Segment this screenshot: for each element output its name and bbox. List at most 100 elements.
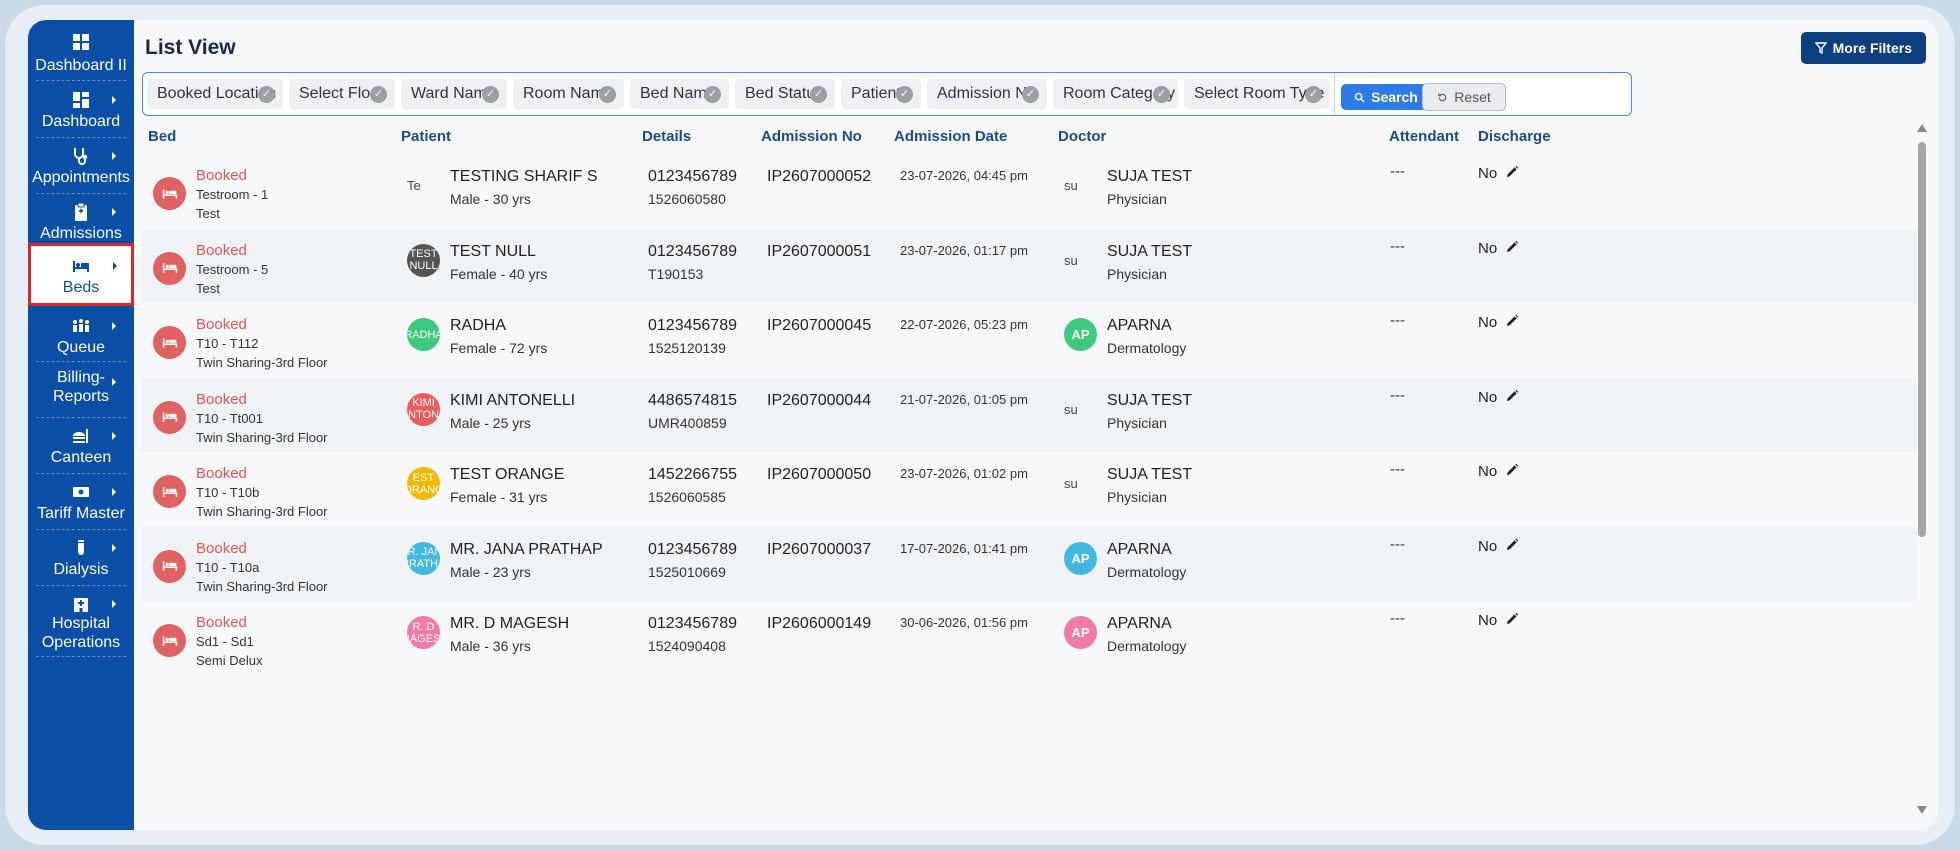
admission-date: 17-07-2026, 01:41 pm: [900, 540, 1028, 556]
scroll-down-icon[interactable]: [1917, 806, 1927, 814]
app-window: Dashboard II Dashboard Appointments Admi…: [28, 20, 1938, 830]
sidebar-label: Dashboard: [41, 113, 121, 130]
filter-chip-label: Admission No: [937, 85, 1036, 102]
patient-name[interactable]: KIMI ANTONELLI: [450, 392, 575, 410]
edit-pencil-icon[interactable]: [1505, 538, 1519, 552]
column-header-patient[interactable]: Patient: [401, 128, 451, 145]
clear-icon[interactable]: ✓: [482, 86, 499, 103]
bed-room-type: Semi Delux: [196, 653, 263, 668]
clear-icon[interactable]: ✓: [1305, 86, 1322, 103]
filter-chip-floor[interactable]: Select Floor ✓: [289, 79, 395, 109]
chevron-right-icon: [112, 152, 116, 160]
table-row[interactable]: Booked Sd1 - Sd1 Semi Delux R. D IAGES MR. D…: [142, 601, 1917, 676]
filter-chip-bed-name[interactable]: Bed Name ✓: [630, 79, 729, 109]
column-header-attendant[interactable]: Attendant: [1389, 128, 1459, 145]
doctor-name: APARNA: [1107, 317, 1172, 334]
sidebar-item-hospital-operations[interactable]: Hospital Operations: [28, 586, 134, 658]
sidebar-item-tariff-master[interactable]: Tariff Master: [28, 474, 134, 530]
edit-pencil-icon[interactable]: [1505, 389, 1519, 403]
edit-pencil-icon[interactable]: [1505, 314, 1519, 328]
vertical-scrollbar[interactable]: [1916, 124, 1928, 814]
chevron-right-icon: [112, 488, 116, 496]
filter-chip-ward-name[interactable]: Ward Name ✓: [401, 79, 507, 109]
clear-icon[interactable]: ✓: [258, 86, 275, 103]
patient-name[interactable]: RADHA: [450, 317, 506, 335]
filter-chip-admission-no[interactable]: Admission No ✓: [927, 79, 1047, 109]
bed-status: Booked: [196, 316, 247, 333]
table-row[interactable]: Booked Testroom - 5 Test TEST NULL TEST NULL…: [142, 228, 1917, 303]
search-button[interactable]: Search: [1341, 84, 1431, 110]
bed-status: Booked: [196, 390, 247, 408]
column-header-doctor[interactable]: Doctor: [1058, 128, 1106, 145]
scroll-up-icon[interactable]: [1917, 124, 1927, 132]
patient-name[interactable]: MR. JANA PRATHAP: [450, 541, 603, 559]
sidebar-item-dashboard-ii[interactable]: Dashboard II: [28, 20, 134, 78]
filter-chip-patient[interactable]: Patient ✓: [841, 79, 921, 109]
column-header-discharge[interactable]: Discharge: [1478, 128, 1551, 145]
sidebar-item-queue[interactable]: Queue: [28, 308, 134, 364]
clear-icon[interactable]: ✓: [1022, 86, 1039, 103]
table-row[interactable]: Booked T10 - T10a Twin Sharing-3rd Floor IR…: [142, 526, 1917, 601]
column-header-bed[interactable]: Bed: [148, 128, 176, 145]
more-filters-label: More Filters: [1832, 40, 1912, 56]
discharge-status: No: [1478, 388, 1498, 406]
edit-pencil-icon[interactable]: [1505, 612, 1519, 626]
sidebar-item-appointments[interactable]: Appointments: [28, 138, 134, 194]
sidebar-item-canteen[interactable]: Canteen: [28, 418, 134, 474]
filter-chip-room-category[interactable]: Room Category ✓: [1053, 79, 1178, 109]
patient-phone: 0123456789: [648, 317, 737, 334]
edit-pencil-icon[interactable]: [1505, 165, 1519, 179]
patient-name[interactable]: TEST ORANGE: [450, 466, 564, 484]
filter-chip-room-name[interactable]: Room Name ✓: [513, 79, 624, 109]
clear-icon[interactable]: ✓: [810, 86, 827, 103]
sidebar-item-billing-reports[interactable]: Billing- Reports: [28, 362, 134, 418]
patient-name[interactable]: MR. D MAGESH: [450, 615, 569, 633]
patient-gender-age: Female - 72 yrs: [450, 340, 548, 356]
attendant-value: ---: [1390, 386, 1405, 404]
admission-date: 21-07-2026, 01:05 pm: [900, 391, 1028, 407]
edit-pencil-icon[interactable]: [1505, 463, 1519, 477]
sidebar-item-dialysis[interactable]: Dialysis: [28, 530, 134, 586]
patient-phone: 0123456789: [648, 540, 737, 558]
reset-button[interactable]: Reset: [1422, 83, 1506, 111]
chevron-right-icon: [112, 96, 116, 104]
clear-icon[interactable]: ✓: [704, 86, 721, 103]
discharge-status: No: [1478, 239, 1498, 257]
patient-phone: 0123456789: [648, 168, 737, 185]
clear-icon[interactable]: ✓: [1153, 86, 1170, 103]
patient-name[interactable]: TEST NULL: [450, 243, 536, 261]
bed-status: Booked: [196, 167, 247, 184]
doctor-specialty: Dermatology: [1107, 340, 1187, 356]
more-filters-button[interactable]: More Filters: [1800, 32, 1926, 64]
filter-chip-room-type[interactable]: Select Room Type ✓: [1184, 79, 1330, 109]
clear-icon[interactable]: ✓: [896, 86, 913, 103]
bed-room: T10 - T10a: [196, 559, 260, 575]
search-label: Search: [1371, 89, 1418, 105]
table-row[interactable]: Booked T10 - T112 Twin Sharing-3rd Floor RA…: [142, 303, 1917, 378]
sidebar-label: Dialysis: [53, 561, 109, 578]
table-row[interactable]: Booked T10 - Tt001 Twin Sharing-3rd Floor K…: [142, 377, 1917, 452]
column-header-details[interactable]: Details: [642, 128, 691, 145]
doctor-specialty: Dermatology: [1107, 563, 1187, 580]
scroll-thumb[interactable]: [1918, 142, 1926, 537]
sidebar-item-beds[interactable]: Beds: [28, 243, 134, 306]
sidebar-item-admissions[interactable]: Admissions: [28, 194, 134, 250]
sidebar-item-dashboard[interactable]: Dashboard: [28, 82, 134, 138]
patient-gender-age: Male - 30 yrs: [450, 191, 531, 207]
clear-icon[interactable]: ✓: [599, 86, 616, 103]
search-icon: [1354, 92, 1365, 103]
table-row[interactable]: Booked T10 - T10b Twin Sharing-3rd Floor ES…: [142, 452, 1917, 527]
clear-icon[interactable]: ✓: [370, 86, 387, 103]
column-header-admission-no[interactable]: Admission No: [761, 128, 862, 145]
filter-chip-booked-location[interactable]: Booked Location ✓: [147, 79, 283, 109]
attendant-value: ---: [1390, 610, 1405, 627]
discharge-status: No: [1478, 463, 1498, 480]
edit-pencil-icon[interactable]: [1505, 240, 1519, 254]
patient-avatar: IR. JAN PRATHA: [407, 541, 440, 575]
patient-name[interactable]: TESTING SHARIF S: [450, 168, 598, 186]
patient-phone: 1452266755: [648, 466, 737, 483]
table-row[interactable]: Booked Testroom - 1 Test Te TESTING SHARIF S…: [142, 154, 1917, 229]
column-header-admission-date[interactable]: Admission Date: [894, 128, 1007, 145]
bed-room-type: Test: [196, 206, 220, 221]
filter-chip-bed-status[interactable]: Bed Status ✓: [735, 79, 835, 109]
